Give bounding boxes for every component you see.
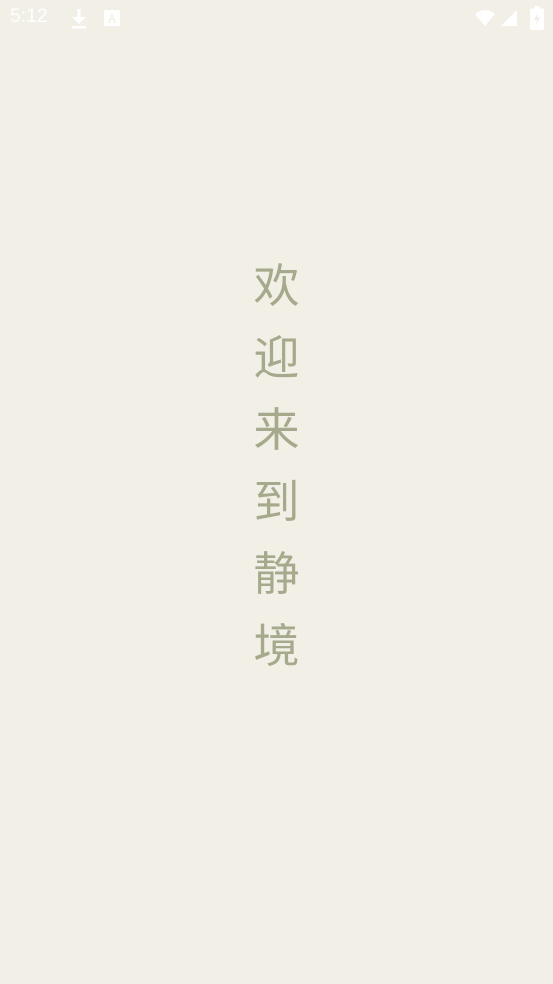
- welcome-char-5: 静: [253, 547, 300, 601]
- welcome-text: 欢 迎 来 到 静 境: [0, 250, 553, 682]
- welcome-char-6: 境: [253, 619, 300, 673]
- status-bar: 5:12: [0, 0, 553, 36]
- welcome-char-1: 欢: [253, 259, 300, 313]
- splash-screen: 5:12 欢 迎 来 到 静 境: [0, 0, 553, 984]
- welcome-char-2: 迎: [253, 331, 300, 385]
- welcome-char-3: 来: [253, 403, 300, 457]
- a-notification-icon: [104, 10, 120, 26]
- battery-charging-icon: [530, 6, 544, 30]
- status-time: 5:12: [10, 6, 48, 27]
- cell-signal-icon: [500, 9, 518, 27]
- welcome-char-4: 到: [253, 475, 300, 529]
- wifi-icon: [474, 9, 496, 27]
- download-icon: [70, 8, 88, 30]
